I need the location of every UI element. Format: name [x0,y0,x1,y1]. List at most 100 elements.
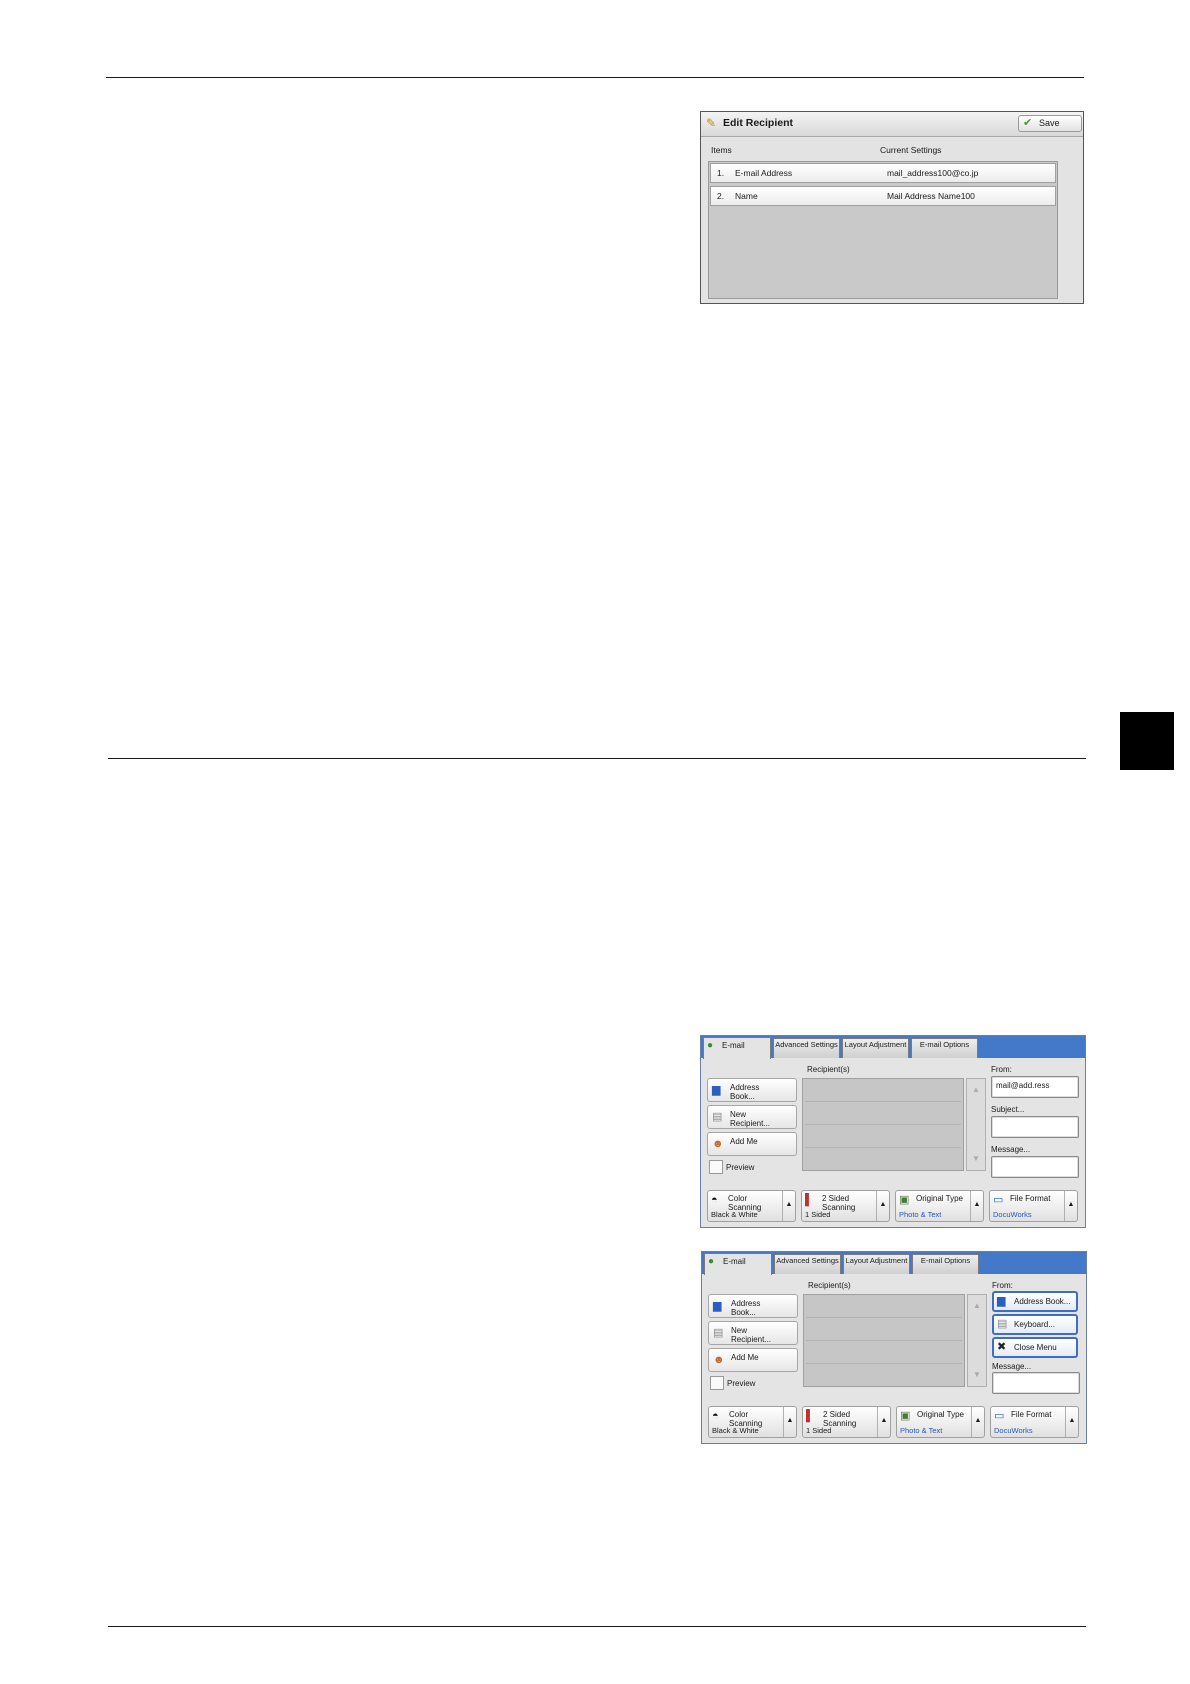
edit-recipient-header: ✎ Edit Recipient ✔ Save [701,112,1083,137]
menu-item-label: Close Menu [1014,1343,1057,1352]
tab-email-label: E-mail [723,1257,746,1266]
scroll-down-icon[interactable]: ▼ [968,1370,986,1379]
original-type-button[interactable]: ▣ Original Type Photo & Text ▲ [896,1406,985,1438]
file-format-arrow-icon[interactable]: ▲ [1064,1191,1077,1221]
two-sided-arrow-icon[interactable]: ▲ [876,1191,889,1221]
subject-label: Subject... [991,1105,1025,1114]
add-me-button[interactable]: ☻ Add Me [707,1132,797,1156]
keyboard-icon: ▤ [712,1111,723,1123]
add-me-label: Add Me [730,1137,758,1146]
original-type-label: Original Type [917,1410,964,1419]
file-format-value: DocuWorks [994,1426,1033,1435]
tab-email[interactable]: ● E-mail [704,1253,772,1275]
new-recipient-label: New Recipient... [731,1326,772,1344]
tab-advanced-settings[interactable]: Advanced Settings [774,1254,841,1274]
subject-field[interactable] [991,1116,1079,1138]
new-recipient-button[interactable]: ▤ New Recipient... [707,1105,797,1129]
message-field[interactable] [991,1156,1079,1178]
two-sided-value: 1 Sided [806,1426,832,1435]
from-field[interactable]: mail@add.ress [991,1076,1079,1098]
message-field[interactable] [992,1372,1080,1394]
preview-checkbox[interactable] [709,1160,723,1174]
email-screen-1: ● E-mail Advanced Settings Layout Adjust… [700,1035,1086,1228]
address-book-icon: ▆ [712,1084,721,1096]
from-label: From: [991,1065,1012,1074]
keyboard-icon: ▤ [713,1327,724,1339]
recipients-list[interactable] [802,1078,964,1171]
color-scanning-button[interactable]: ◓ Color Scanning Black & White ▲ [707,1190,796,1222]
menu-item-close-menu[interactable]: ✖ Close Menu [992,1337,1078,1358]
file-format-icon: ▭ [993,1194,1004,1206]
address-book-icon: ▆ [713,1300,722,1312]
tab-email-options[interactable]: E-mail Options [911,1038,978,1058]
color-scanning-icon: ◓ [712,1410,719,1422]
row-item: Name [735,191,758,201]
page-title: Edit Recipient [723,117,794,129]
menu-item-label: Keyboard... [1014,1320,1055,1329]
two-sided-icon: ▌ [805,1194,813,1206]
original-type-button[interactable]: ▣ Original Type Photo & Text ▲ [895,1190,984,1222]
scroll-down-icon[interactable]: ▼ [967,1154,985,1163]
keyboard-icon: ▤ [997,1318,1008,1330]
file-format-button[interactable]: ▭ File Format DocuWorks ▲ [990,1406,1079,1438]
recipients-scrollbar[interactable]: ▲ ▼ [966,1078,986,1171]
file-format-button[interactable]: ▭ File Format DocuWorks ▲ [989,1190,1078,1222]
file-format-label: File Format [1010,1194,1051,1203]
file-format-arrow-icon[interactable]: ▲ [1065,1407,1078,1437]
color-scanning-button[interactable]: ◓ Color Scanning Black & White ▲ [708,1406,797,1438]
color-scanning-icon: ◓ [711,1194,718,1206]
person-icon: ☻ [712,1138,724,1150]
tab-layout-adjustment[interactable]: Layout Adjustment [843,1254,910,1274]
recipients-label: Recipient(s) [807,1065,850,1074]
add-me-label: Add Me [731,1353,759,1362]
tab-email-options[interactable]: E-mail Options [912,1254,979,1274]
preview-label: Preview [726,1163,755,1172]
save-button[interactable]: ✔ Save [1018,115,1082,132]
email-globe-icon: ● [707,1040,714,1051]
recipients-list[interactable] [803,1294,965,1387]
edit-recipient-panel: ✎ Edit Recipient ✔ Save Items Current Se… [700,111,1084,304]
original-type-icon: ▣ [900,1410,911,1422]
color-scanning-arrow-icon[interactable]: ▲ [783,1407,796,1437]
address-book-button[interactable]: ▆ Address Book... [707,1078,797,1102]
menu-item-keyboard[interactable]: ▤ Keyboard... [992,1314,1078,1335]
two-sided-scanning-button[interactable]: ▌ 2 Sided Scanning 1 Sided ▲ [802,1406,891,1438]
scroll-up-icon[interactable]: ▲ [968,1301,986,1310]
tab-advanced-settings[interactable]: Advanced Settings [773,1038,840,1058]
file-format-value: DocuWorks [993,1210,1032,1219]
original-type-value: Photo & Text [900,1426,943,1435]
preview-label: Preview [727,1379,756,1388]
save-button-label: Save [1039,118,1060,128]
address-book-button[interactable]: ▆ Address Book... [708,1294,798,1318]
original-type-arrow-icon[interactable]: ▲ [970,1191,983,1221]
tab-layout-adjustment[interactable]: Layout Adjustment [842,1038,909,1058]
two-sided-arrow-icon[interactable]: ▲ [877,1407,890,1437]
two-sided-value: 1 Sided [805,1210,831,1219]
menu-item-address-book[interactable]: ▆ Address Book... [992,1291,1078,1312]
list-item-name[interactable]: 2. Name Mail Address Name100 [710,186,1056,206]
preview-checkbox[interactable] [710,1376,724,1390]
color-scanning-arrow-icon[interactable]: ▲ [782,1191,795,1221]
bottom-rule [108,1626,1086,1627]
tab-email[interactable]: ● E-mail [703,1037,771,1059]
address-book-label: Address Book... [730,1083,760,1101]
check-icon: ✔ [1023,117,1033,129]
original-type-value: Photo & Text [899,1210,942,1219]
row-value: mail_address100@co.jp [887,168,979,178]
recipients-scrollbar[interactable]: ▲ ▼ [967,1294,987,1387]
chapter-tab [1120,712,1174,770]
add-me-button[interactable]: ☻ Add Me [708,1348,798,1372]
email-screen-2: ● E-mail Advanced Settings Layout Adjust… [701,1251,1087,1444]
row-number: 2. [717,191,725,201]
message-label: Message... [991,1145,1031,1154]
top-rule [106,77,1084,78]
address-book-label: Address Book... [731,1299,761,1317]
file-format-icon: ▭ [994,1410,1005,1422]
two-sided-scanning-button[interactable]: ▌ 2 Sided Scanning 1 Sided ▲ [801,1190,890,1222]
scroll-up-icon[interactable]: ▲ [967,1085,985,1094]
list-item-email-address[interactable]: 1. E-mail Address mail_address100@co.jp [710,163,1056,183]
row-item: E-mail Address [735,168,793,178]
original-type-arrow-icon[interactable]: ▲ [971,1407,984,1437]
new-recipient-button[interactable]: ▤ New Recipient... [708,1321,798,1345]
two-sided-icon: ▌ [806,1410,814,1422]
